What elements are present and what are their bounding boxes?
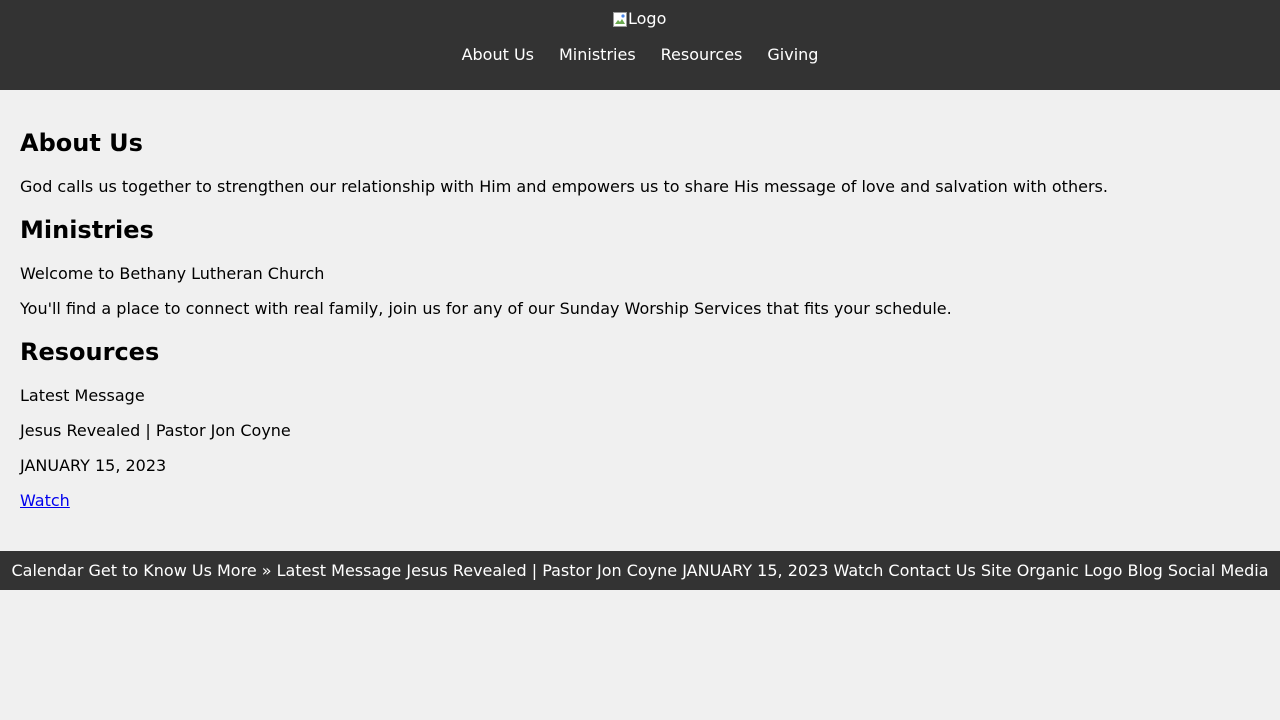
site-footer: Calendar Get to Know Us More » Latest Me…	[0, 551, 1280, 590]
nav-link-giving[interactable]: Giving	[767, 44, 818, 66]
resources-heading: Resources	[20, 338, 160, 366]
nav-link-about-us[interactable]: About Us	[462, 44, 534, 66]
latest-message-label: Latest Message	[20, 386, 145, 405]
main-nav: About Us Ministries Resources Giving	[0, 44, 1280, 66]
message-title: Jesus Revealed | Pastor Jon Coyne	[20, 421, 291, 440]
message-date: JANUARY 15, 2023	[20, 456, 167, 475]
site-logo[interactable]: Logo	[613, 9, 666, 29]
ministries-heading: Ministries	[20, 216, 154, 244]
logo-alt-text: Logo	[628, 9, 667, 28]
nav-link-ministries[interactable]: Ministries	[559, 44, 636, 66]
about-text: God calls us together to strengthen our …	[20, 177, 1108, 196]
watch-paragraph: Watch	[20, 491, 70, 511]
ministries-text: You'll find a place to connect with real…	[20, 299, 952, 318]
about-heading: About Us	[20, 129, 143, 157]
watch-link[interactable]: Watch	[20, 491, 70, 510]
site-header: Logo About Us Ministries Resources Givin…	[0, 0, 1280, 90]
nav-link-resources[interactable]: Resources	[661, 44, 743, 66]
ministries-welcome: Welcome to Bethany Lutheran Church	[20, 264, 325, 283]
footer-text: Calendar Get to Know Us More » Latest Me…	[11, 560, 1269, 580]
broken-image-icon	[613, 11, 627, 27]
